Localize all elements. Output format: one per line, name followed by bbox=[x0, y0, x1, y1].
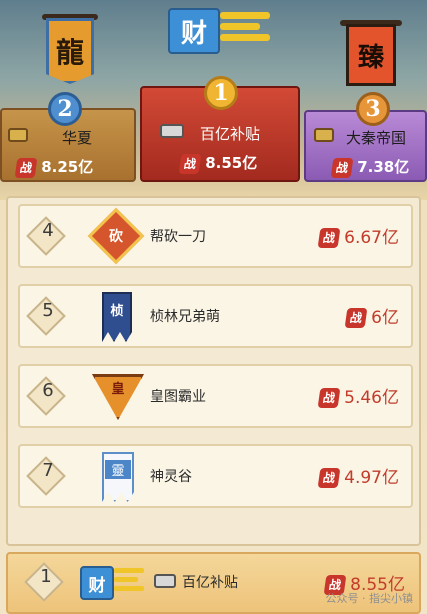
flag-second: 龍 bbox=[46, 18, 94, 84]
rank-number: 6 bbox=[42, 380, 54, 401]
guild-power: 4.97亿 bbox=[344, 468, 399, 488]
list-item[interactable]: 5 桢 桢林兄弟萌 战 6亿 bbox=[18, 284, 413, 348]
power-icon: 战 bbox=[317, 228, 341, 248]
guild-power: 6亿 bbox=[371, 308, 399, 328]
leaderboard-screen: 龍 财 臻 2 华夏 战 8.25亿 1 百亿补贴 战 8.55亿 3 大秦帝国 bbox=[0, 0, 427, 614]
medal-first: 1 bbox=[204, 76, 238, 110]
flag-first: 财 bbox=[168, 8, 220, 54]
watermark: 公众号 · 指尖小镇 bbox=[325, 592, 414, 605]
podium-second-power: 8.25亿 bbox=[41, 158, 94, 176]
power-icon: 战 bbox=[14, 157, 38, 178]
power-icon: 战 bbox=[330, 157, 354, 178]
self-guild-name: 百亿补贴 bbox=[182, 575, 238, 591]
guild-power-row: 战 4.97亿 bbox=[317, 463, 399, 488]
guild-power-row: 战 6.67亿 bbox=[317, 223, 399, 248]
flag-third: 臻 bbox=[346, 24, 396, 86]
podium-first-power: 8.55亿 bbox=[205, 154, 258, 172]
totem-icon-third bbox=[314, 128, 334, 142]
totem-icon-second bbox=[8, 128, 28, 142]
rank-number: 1 bbox=[40, 566, 52, 587]
medal-second: 2 bbox=[48, 92, 82, 126]
podium-third-power-row: 战 7.38亿 bbox=[330, 156, 410, 178]
emblem-label: 皇 bbox=[111, 382, 125, 397]
emblem-label: 靈 bbox=[105, 460, 131, 479]
list-item[interactable]: 7 靈 神灵谷 战 4.97亿 bbox=[18, 444, 413, 508]
list-item[interactable]: 4 砍 帮砍一刀 战 6.67亿 bbox=[18, 204, 413, 268]
self-emblem-stripes bbox=[114, 568, 144, 591]
podium-second-power-row: 战 8.25亿 bbox=[14, 156, 94, 178]
power-icon: 战 bbox=[178, 153, 202, 174]
guild-power-row: 战 5.46亿 bbox=[317, 383, 399, 408]
power-icon: 战 bbox=[317, 468, 341, 488]
power-icon: 战 bbox=[317, 388, 341, 408]
rank-number: 5 bbox=[42, 300, 54, 321]
ranking-list[interactable]: 4 砍 帮砍一刀 战 6.67亿 5 桢 桢林兄弟萌 战 6亿 6 皇 皇图霸业… bbox=[6, 196, 421, 546]
guild-name: 桢林兄弟萌 bbox=[150, 309, 220, 325]
medal-third: 3 bbox=[356, 92, 390, 126]
podium-second-name: 华夏 bbox=[62, 129, 93, 147]
totem-icon-self bbox=[154, 574, 176, 588]
emblem-label: 财 bbox=[88, 576, 106, 596]
emblem-label: 砍 bbox=[109, 229, 123, 245]
flag-first-stripes bbox=[220, 12, 270, 52]
guild-power: 5.46亿 bbox=[344, 388, 399, 408]
list-item[interactable]: 6 皇 皇图霸业 战 5.46亿 bbox=[18, 364, 413, 428]
podium-third-name: 大秦帝国 bbox=[346, 129, 407, 147]
podium-third-power: 7.38亿 bbox=[357, 158, 410, 176]
guild-name: 神灵谷 bbox=[150, 469, 192, 485]
rank-number: 4 bbox=[42, 220, 54, 241]
guild-name: 帮砍一刀 bbox=[150, 229, 206, 245]
podium-first-power-row: 战 8.55亿 bbox=[178, 152, 258, 174]
guild-power: 6.67亿 bbox=[344, 228, 399, 248]
emblem-label: 桢 bbox=[110, 304, 124, 319]
power-icon: 战 bbox=[344, 308, 368, 328]
flag-second-char: 龍 bbox=[55, 36, 84, 69]
totem-icon-first bbox=[160, 124, 184, 138]
flag-third-char: 臻 bbox=[357, 42, 384, 73]
podium-first-name: 百亿补贴 bbox=[200, 125, 261, 143]
flag-first-char: 财 bbox=[180, 18, 207, 49]
guild-name: 皇图霸业 bbox=[150, 389, 206, 405]
rank-number: 7 bbox=[42, 460, 54, 481]
guild-power-row: 战 6亿 bbox=[344, 303, 399, 328]
